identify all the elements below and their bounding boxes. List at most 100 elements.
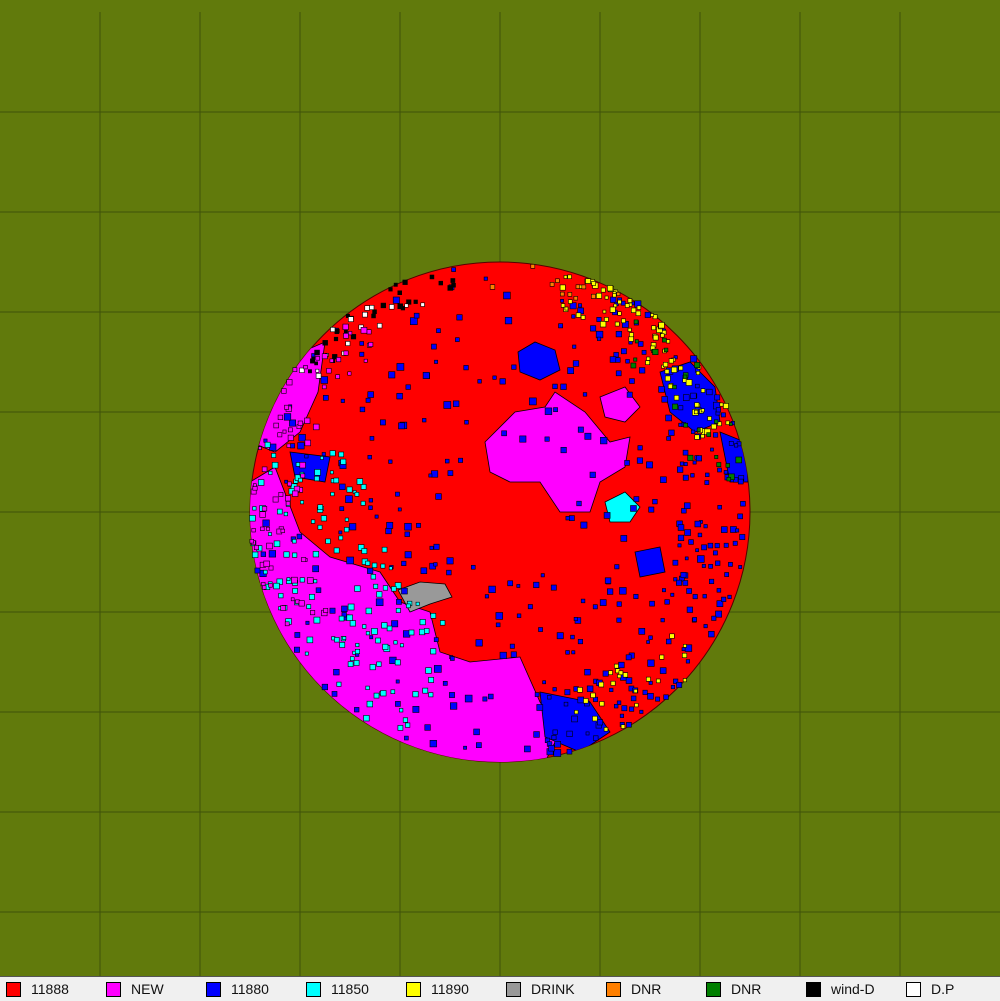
coverage-speckle bbox=[359, 341, 364, 346]
coverage-speckle bbox=[333, 477, 339, 484]
coverage-speckle bbox=[359, 406, 366, 413]
coverage-speckle bbox=[395, 679, 400, 684]
coverage-speckle bbox=[619, 587, 627, 595]
coverage-speckle bbox=[355, 642, 360, 647]
coverage-speckle bbox=[347, 661, 354, 668]
coverage-speckle bbox=[580, 315, 586, 320]
coverage-speckle bbox=[616, 601, 622, 607]
coverage-speckle bbox=[649, 600, 655, 607]
coverage-speckle bbox=[501, 430, 507, 437]
coverage-speckle bbox=[488, 693, 494, 700]
coverage-speckle bbox=[450, 656, 455, 661]
coverage-speckle bbox=[609, 356, 617, 363]
coverage-speckle bbox=[333, 336, 339, 342]
coverage-speckle bbox=[676, 681, 683, 688]
coverage-speckle bbox=[289, 419, 296, 427]
coverage-speckle bbox=[567, 367, 574, 375]
coverage-speckle bbox=[663, 347, 669, 353]
coverage-speckle bbox=[371, 562, 378, 568]
coverage-speckle bbox=[683, 462, 688, 466]
coverage-speckle bbox=[333, 668, 340, 676]
coverage-speckle bbox=[553, 749, 562, 757]
coverage-speckle bbox=[645, 360, 650, 366]
coverage-speckle bbox=[365, 397, 371, 403]
coverage-speckle bbox=[694, 434, 700, 440]
coverage-speckle bbox=[295, 462, 301, 467]
coverage-speckle bbox=[516, 584, 521, 588]
coverage-speckle bbox=[266, 526, 270, 531]
coverage-speckle bbox=[297, 442, 305, 450]
coverage-speckle bbox=[596, 336, 602, 341]
coverage-speckle bbox=[389, 304, 395, 310]
coverage-speckle bbox=[566, 748, 573, 755]
coverage-speckle bbox=[575, 284, 581, 289]
coverage-speckle bbox=[429, 739, 437, 748]
coverage-speckle bbox=[390, 689, 396, 694]
coverage-speckle bbox=[286, 379, 293, 386]
coverage-speckle bbox=[392, 296, 400, 304]
coverage-speckle bbox=[381, 622, 388, 629]
coverage-speckle bbox=[639, 709, 644, 714]
coverage-speckle bbox=[329, 470, 334, 475]
coverage-speckle bbox=[388, 459, 393, 464]
coverage-speckle bbox=[433, 562, 438, 567]
coverage-speckle bbox=[681, 508, 687, 514]
coverage-speckle bbox=[576, 500, 582, 507]
coverage-speckle bbox=[374, 514, 379, 519]
coverage-speckle bbox=[661, 588, 666, 593]
coverage-speckle bbox=[365, 607, 372, 615]
coverage-speckle bbox=[368, 505, 373, 510]
coverage-speckle bbox=[320, 376, 328, 384]
coverage-speckle bbox=[287, 427, 293, 433]
coverage-speckle bbox=[598, 681, 604, 688]
coverage-speckle bbox=[395, 491, 400, 497]
coverage-speckle bbox=[284, 495, 291, 502]
coverage-speckle bbox=[577, 687, 583, 693]
coverage-speckle bbox=[499, 378, 506, 385]
coverage-speckle bbox=[444, 458, 450, 464]
legend-label: NEW bbox=[131, 981, 164, 997]
coverage-speckle bbox=[413, 299, 418, 304]
coverage-speckle bbox=[668, 429, 675, 436]
coverage-speckle bbox=[507, 580, 514, 587]
coverage-speckle bbox=[423, 628, 430, 634]
coverage-speckle bbox=[652, 348, 659, 356]
coverage-speckle bbox=[452, 400, 460, 407]
coverage-speckle bbox=[683, 502, 691, 509]
coverage-speckle bbox=[681, 652, 688, 659]
coverage-speckle bbox=[305, 620, 310, 625]
coverage-speckle bbox=[568, 515, 575, 522]
coverage-speckle bbox=[322, 340, 328, 346]
coverage-speckle bbox=[282, 429, 287, 434]
coverage-speckle bbox=[606, 588, 614, 595]
coverage-speckle bbox=[404, 522, 412, 531]
coverage-speckle bbox=[300, 500, 304, 505]
coverage-speckle bbox=[271, 461, 279, 469]
coverage-speckle bbox=[618, 661, 625, 669]
coverage-speckle bbox=[544, 407, 553, 415]
coverage-speckle bbox=[625, 359, 630, 364]
legend-label: DNR bbox=[731, 981, 762, 997]
coverage-speckle bbox=[596, 292, 602, 299]
coverage-speckle bbox=[296, 533, 303, 540]
coverage-speckle bbox=[396, 392, 403, 400]
coverage-speckle bbox=[340, 458, 347, 465]
coverage-speckle bbox=[658, 386, 665, 393]
coverage-speckle bbox=[620, 724, 626, 729]
coverage-speckle bbox=[614, 321, 620, 327]
coverage-speckle bbox=[577, 638, 584, 645]
coverage-speckle bbox=[677, 524, 685, 531]
coverage-speckle bbox=[690, 473, 695, 478]
coverage-speckle bbox=[321, 452, 326, 457]
coverage-speckle bbox=[567, 292, 573, 297]
coverage-speckle bbox=[692, 460, 697, 465]
coverage-speckle bbox=[429, 545, 434, 550]
coverage-speckle bbox=[675, 579, 682, 586]
coverage-speckle bbox=[347, 371, 352, 376]
coverage-speckle bbox=[484, 594, 489, 599]
coverage-speckle bbox=[287, 434, 294, 441]
coverage-speckle bbox=[624, 303, 630, 308]
coverage-speckle bbox=[292, 552, 298, 558]
coverage-speckle bbox=[443, 401, 452, 409]
coverage-speckle bbox=[704, 480, 710, 485]
